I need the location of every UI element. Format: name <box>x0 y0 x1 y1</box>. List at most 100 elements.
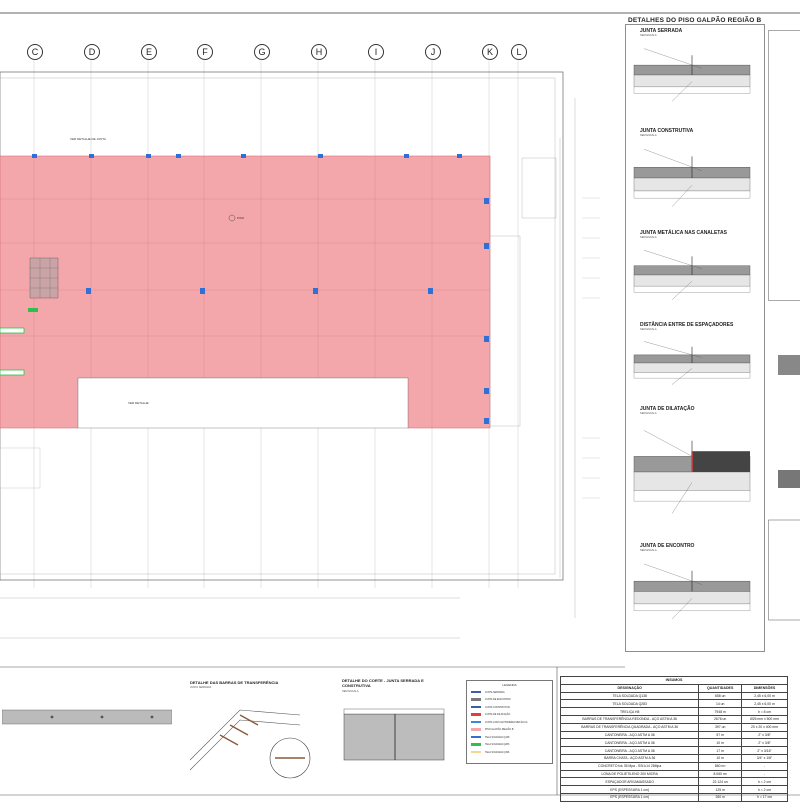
table-cell: 2,45 x 6,00 m <box>742 700 788 708</box>
table-cell: 22.124 un <box>699 778 742 786</box>
legend-item: JUNTA DE ENCONTRO <box>471 698 511 702</box>
floor-plan: PISO <box>0 58 625 658</box>
table-cell: 125 m <box>699 786 742 794</box>
table-cell: Ø25 mm x 500 mm <box>742 715 788 723</box>
detail-sub-1: SEM ESCALA <box>640 134 657 137</box>
legend-item: JUNTA CONSTRUTIVA <box>471 705 510 709</box>
table-row: LONA DE POLIETILENO 200 MICRA8.060 m²- <box>561 770 788 778</box>
insumos-body: TELA SOLDADA Q138658 un2,45 x 6,00 mTELA… <box>561 692 788 801</box>
corte-title: DETALHE DO CORTE - JUNTA SERRADA E CONST… <box>342 678 432 688</box>
table-cell: CANTONEIRA - AÇO ASTM A 36 <box>561 739 699 747</box>
table-row: TELA SOLDADA Q138658 un2,45 x 6,00 m <box>561 692 788 700</box>
table-row: CONCRETO fck 35 Mpa - SSt k14 25Mpa860 m… <box>561 762 788 770</box>
table-cell: h = 17 cm <box>742 793 788 801</box>
table-cell: 658 un <box>699 692 742 700</box>
svg-text:PISO: PISO <box>237 216 245 220</box>
table-cell: 10 m <box>699 739 742 747</box>
legend-item: JUNTA SERRADA <box>471 690 505 694</box>
legend-label: JUNTA DE ENCONTRO <box>485 698 511 701</box>
table-cell: TELA SOLDADA Q283 <box>561 700 699 708</box>
table-cell: 2676 un <box>699 715 742 723</box>
table-cell: CANTONEIRA - AÇO ASTM A 36 <box>561 731 699 739</box>
legend-item: JUNTA COM CANTONEIRA METÁLICA <box>471 720 527 724</box>
legend-swatch <box>471 698 481 700</box>
table-cell: LONA DE POLIETILENO 200 MICRA <box>561 770 699 778</box>
table-row: EPS (ESPESSURA 1 cm)125 mh = 2 cm <box>561 786 788 794</box>
legend-swatch <box>471 706 481 708</box>
table-cell: 20 x 20 x 400 mm <box>742 723 788 731</box>
table-cell: 14 un <box>699 700 742 708</box>
table-row: TRELIÇA H87948 mh = 8 cm <box>561 708 788 716</box>
detail-drawing-4 <box>632 420 752 524</box>
table-cell: BARRA CHATA - AÇO ASTM A 36 <box>561 754 699 762</box>
detail-sub-5: SEM ESCALA <box>640 549 657 552</box>
table-cell: 397 un <box>699 723 742 731</box>
corte-drawing <box>340 694 450 764</box>
table-row: BARRAS DE TRANSFERÊNCIA REDONDA - AÇO AS… <box>561 715 788 723</box>
insumos-title: INSUMOS <box>561 677 788 685</box>
table-cell: 57 m <box>699 731 742 739</box>
plan-note-1: VER DETALHE DE JUNTA <box>70 138 110 141</box>
junta-serrada-strip <box>2 700 172 740</box>
table-cell: 2" x 3/8" <box>742 731 788 739</box>
col-quantidades: QUANTIDADES <box>699 684 742 692</box>
legend-label: TELA SOLDADA Q138 <box>485 736 509 739</box>
legend-label: JUNTA CONSTRUTIVA <box>485 706 510 709</box>
legend-swatch <box>471 691 481 693</box>
legend-item: TELA SOLDADA Q138 <box>471 735 509 739</box>
table-cell: 860 m³ <box>699 762 742 770</box>
table-cell: 8.060 m² <box>699 770 742 778</box>
legend-swatch <box>471 736 481 738</box>
legend-label: PISO GALPÃO REGIÃO B <box>485 728 513 731</box>
legend-label: JUNTA COM CANTONEIRA METÁLICA <box>485 721 527 724</box>
legend-box: LEGENDA JUNTA SERRADAJUNTA DE ENCONTROJU… <box>466 680 553 764</box>
table-cell: h = 2 cm <box>742 778 788 786</box>
table-cell: 17 m <box>699 747 742 755</box>
table-row: BARRAS DE TRANSFERÊNCIA QUADRADA - AÇO A… <box>561 723 788 731</box>
barras-drawing <box>180 690 330 790</box>
legend-item: JUNTA DE DILATAÇÃO <box>471 713 510 717</box>
table-cell: CONCRETO fck 35 Mpa - SSt k14 25Mpa <box>561 762 699 770</box>
table-cell: CANTONEIRA - AÇO ASTM A 36 <box>561 747 699 755</box>
legend-label: TELA SOLDADA Q283 <box>485 743 509 746</box>
table-row: CANTONEIRA - AÇO ASTM A 3617 m2" x 3/16" <box>561 747 788 755</box>
legend-swatch <box>471 721 481 723</box>
detail-sub-4: SEM ESCALA <box>640 412 657 415</box>
detail-drawing-5 <box>632 557 752 626</box>
detail-drawing-3 <box>632 336 752 390</box>
table-row: ESPAÇADOR ARGAMASSADO22.124 unh = 2 cm <box>561 778 788 786</box>
corte-sub: SEM ESCALA <box>342 690 359 693</box>
table-cell: BARRAS DE TRANSFERÊNCIA QUADRADA - AÇO A… <box>561 723 699 731</box>
table-cell: 3/4" x 1/8" <box>742 754 788 762</box>
table-cell: TRELIÇA H8 <box>561 708 699 716</box>
detail-drawing-0 <box>632 42 752 108</box>
table-cell: h = 2 cm <box>742 786 788 794</box>
panel-title: DETALHES DO PISO GALPÃO REGIÃO B <box>628 17 761 24</box>
detail-sub-2: SEM ESCALA <box>640 236 657 239</box>
table-row: CANTONEIRA - AÇO ASTM A 3657 m2" x 3/8" <box>561 731 788 739</box>
table-cell: - <box>742 762 788 770</box>
table-cell: 7948 m <box>699 708 742 716</box>
barras-title: DETALHE DAS BARRAS DE TRANSFERÊNCIA <box>190 680 278 685</box>
drawing-sheet: CDEFGHIJKL <box>0 0 800 800</box>
plan-note-2: VER DETALHE <box>128 402 168 405</box>
detail-sub-0: SEM ESCALA <box>640 34 657 37</box>
table-row: BARRA CHATA - AÇO ASTM A 3610 m3/4" x 1/… <box>561 754 788 762</box>
legend-item: TELA SOLDADA Q283 <box>471 743 509 747</box>
col-dimensoes: DIMENSÕES <box>742 684 788 692</box>
legend-swatch <box>471 728 481 730</box>
table-row: TELA SOLDADA Q28314 un2,45 x 6,00 m <box>561 700 788 708</box>
table-cell: EPS (ESPESSURA 1 cm) <box>561 793 699 801</box>
table-cell: h = 8 cm <box>742 708 788 716</box>
table-cell: ESPAÇADOR ARGAMASSADO <box>561 778 699 786</box>
legend-item: TELA SOLDADA Q196 <box>471 750 509 754</box>
legend-swatch <box>471 751 481 753</box>
legend-label: JUNTA DE DILATAÇÃO <box>485 713 510 716</box>
detail-drawing-2 <box>632 244 752 306</box>
table-cell: BARRAS DE TRANSFERÊNCIA REDONDA - AÇO AS… <box>561 715 699 723</box>
barras-sub: JUNTA SERRADA <box>190 686 211 689</box>
insumos-table: INSUMOS DESIGNAÇÃO QUANTIDADES DIMENSÕES… <box>560 676 788 802</box>
legend-label: JUNTA SERRADA <box>485 691 505 694</box>
legend-swatch <box>471 713 481 715</box>
detail-drawing-1 <box>632 142 752 214</box>
